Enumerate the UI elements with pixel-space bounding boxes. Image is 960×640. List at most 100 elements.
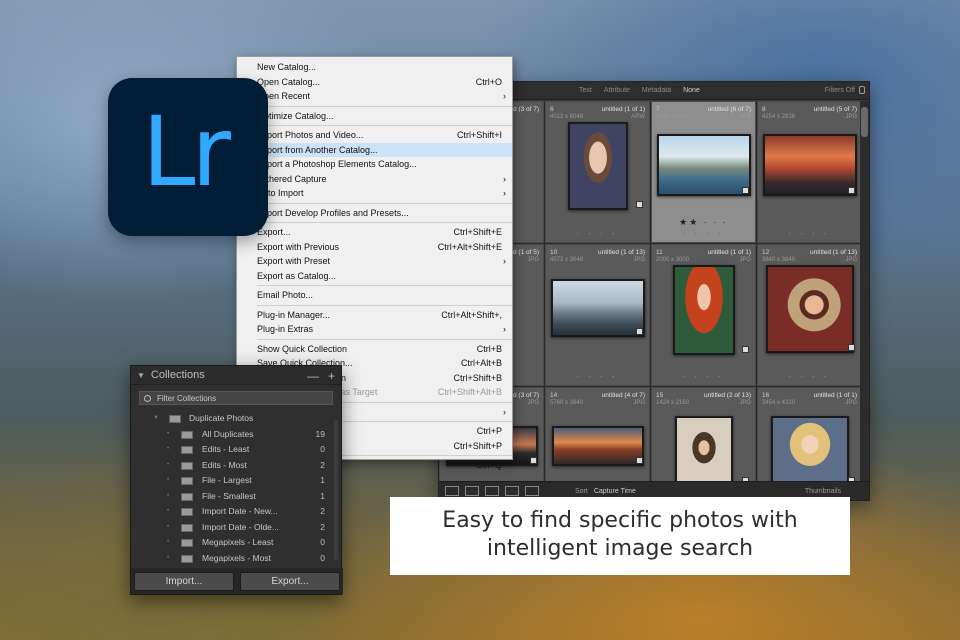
smart-collection-item[interactable]: • Import Date - Olde... 2 (131, 520, 341, 536)
menu-item-label: Plug-in Manager... (257, 309, 331, 320)
collection-label: Edits - Most (202, 459, 247, 470)
menu-item[interactable]: Email Photo... (237, 288, 512, 303)
photo-thumbnail[interactable] (550, 279, 645, 337)
menu-item[interactable]: Import Develop Profiles and Presets... (237, 206, 512, 221)
menu-item[interactable]: Tethered Capture › (237, 172, 512, 187)
photo-thumbnail[interactable] (551, 426, 644, 466)
thumbnail-cell[interactable]: 7 5937 x 3958 untitled (6 of 7) JPG ★★ · · ·… (651, 101, 756, 243)
thumbnail-cell[interactable]: 10 4572 x 3048 untitled (1 of 13) JPG • • • … (545, 244, 650, 386)
thumbnail-cell[interactable]: 6 4012 x 6048 untitled (1 of 1) ARW • • • • (545, 101, 650, 243)
scrollbar-thumb[interactable] (861, 107, 868, 137)
lock-icon[interactable] (859, 86, 865, 94)
filter-attribute-tab[interactable]: Attribute (604, 87, 630, 94)
thumbnail-cell[interactable]: 12 3840 x 3840 untitled (1 of 13) JPG • • • … (757, 244, 862, 386)
thumbnail-cell[interactable]: 11 2000 x 3000 untitled (1 of 1) JPG • • • • (651, 244, 756, 386)
collapse-triangle-icon[interactable]: ▼ (137, 371, 145, 380)
filter-metadata-tab[interactable]: Metadata (642, 87, 671, 94)
cell-ext: JPG (845, 400, 857, 406)
collection-set-duplicate-photos[interactable]: ▼ Duplicate Photos (131, 411, 341, 427)
menu-item[interactable]: Export... Ctrl+Shift+E (237, 225, 512, 240)
collection-count: 1 (320, 490, 325, 501)
smart-collection-item[interactable]: • Megapixels - Most 0 (131, 551, 341, 567)
cell-dims: 3454 x 4320 (762, 400, 796, 406)
menu-item[interactable]: Optimize Catalog... (237, 109, 512, 124)
photo-thumbnail[interactable] (656, 134, 751, 196)
photo-thumbnail[interactable] (567, 122, 628, 210)
photo-thumbnail[interactable] (672, 265, 735, 355)
grid-scrollbar[interactable] (860, 101, 869, 483)
thumbnail-cell[interactable]: 145760 x 3840untitled (4 of 7)JPG• • • • (545, 387, 650, 483)
menu-item[interactable]: New Catalog... (237, 60, 512, 75)
submenu-arrow-icon: › (503, 406, 506, 417)
thumbnail-cell[interactable]: 8 4254 x 2836 untitled (5 of 7) JPG • • • • (757, 101, 862, 243)
smart-collection-item[interactable]: • Megapixels - Least 0 (131, 535, 341, 551)
rating-dots[interactable]: • • • • (652, 375, 755, 381)
smart-collection-item[interactable]: • Import Date - New... 2 (131, 504, 341, 520)
survey-view-icon[interactable] (505, 486, 519, 496)
import-button[interactable]: Import... (134, 572, 234, 591)
edited-badge-icon (742, 346, 749, 353)
smart-collection-item[interactable]: • File - Largest 1 (131, 473, 341, 489)
menu-shortcut: Ctrl+Shift+I (456, 130, 502, 140)
thumbnail-cell[interactable]: 151424 x 2160untitled (2 of 13)JPG• • • … (651, 387, 756, 483)
people-view-icon[interactable] (525, 486, 539, 496)
expand-triangle-icon[interactable]: ▼ (153, 411, 159, 427)
menu-item[interactable]: Export with Previous Ctrl+Alt+Shift+E (237, 240, 512, 255)
smart-collection-item[interactable]: • Edits - Most 2 (131, 458, 341, 474)
photo-thumbnail[interactable] (674, 416, 733, 483)
smart-collection-item[interactable]: • All Duplicates 19 (131, 427, 341, 443)
smart-collection-item[interactable]: • File - Smallest 1 (131, 489, 341, 505)
menu-item-label: Import Develop Profiles and Presets... (257, 207, 409, 218)
edited-badge-icon (636, 457, 643, 464)
star-rating[interactable]: ★★ · · · (652, 217, 755, 228)
menu-item[interactable]: Import a Photoshop Elements Catalog... (237, 157, 512, 172)
bullet-icon: • (167, 461, 170, 468)
menu-item[interactable]: Plug-in Extras › (237, 322, 512, 337)
rating-dots[interactable]: • • • • (546, 375, 649, 381)
add-collection-button[interactable]: + (328, 369, 335, 383)
cell-num: 16 (762, 392, 770, 399)
sort-dropdown[interactable]: Capture Time (594, 488, 636, 495)
photo-thumbnail[interactable] (762, 134, 857, 196)
menu-item[interactable]: Auto Import › (237, 186, 512, 201)
menu-item[interactable]: Show Quick Collection Ctrl+B (237, 342, 512, 357)
bullet-icon: • (167, 446, 170, 452)
grid-view-icon[interactable] (445, 486, 459, 496)
menu-item[interactable]: Export as Catalog... (237, 269, 512, 284)
rating-dots[interactable]: • • • • (758, 232, 861, 238)
menu-separator (257, 105, 512, 107)
collection-count: 1 (320, 475, 325, 485)
filter-none-tab[interactable]: None (683, 87, 700, 94)
remove-collection-button[interactable]: — (307, 369, 319, 383)
rating-dots[interactable]: • • • • (652, 232, 755, 238)
loupe-view-icon[interactable] (465, 486, 479, 496)
thumbnail-cell[interactable]: 163454 x 4320untitled (1 of 1)JPG• • • • (757, 387, 862, 483)
compare-view-icon[interactable] (485, 486, 499, 496)
filter-text-tab[interactable]: Text (579, 87, 592, 94)
rating-dots[interactable]: • • • • (758, 375, 861, 381)
edited-badge-icon (848, 187, 855, 194)
filter-collections-input[interactable]: Filter Collections (139, 391, 333, 405)
rating-dots[interactable]: • • • • (546, 232, 649, 238)
menu-item[interactable]: Import from Another Catalog... (237, 142, 512, 157)
collections-scrollbar[interactable] (334, 420, 338, 560)
filters-off-dropdown[interactable]: Filters Off (825, 87, 855, 94)
menu-item[interactable]: Import Photos and Video... Ctrl+Shift+I (237, 128, 512, 143)
smart-collection-item[interactable]: • Edits - Least 0 (131, 442, 341, 458)
photo-thumbnail[interactable] (770, 416, 849, 483)
collections-header[interactable]: ▼ Collections — + (131, 366, 341, 385)
edited-badge-icon (636, 328, 643, 335)
menu-item[interactable]: Open Recent › (237, 89, 512, 104)
menu-item[interactable]: Plug-in Manager... Ctrl+Alt+Shift+, (237, 308, 512, 323)
cell-num: 15 (656, 392, 664, 399)
menu-item[interactable]: Open Catalog... Ctrl+O (237, 75, 512, 90)
menu-item[interactable]: Export with Preset › (237, 254, 512, 269)
export-button[interactable]: Export... (240, 572, 340, 591)
cell-dims: 5760 x 3840 (550, 400, 584, 406)
smart-collection-icon (181, 430, 193, 439)
smart-collection-icon (181, 539, 193, 547)
menu-shortcut: Ctrl+Q (475, 460, 502, 470)
bullet-icon: • (167, 523, 170, 530)
photo-thumbnail[interactable] (765, 265, 854, 353)
collection-label: All Duplicates (202, 428, 254, 439)
